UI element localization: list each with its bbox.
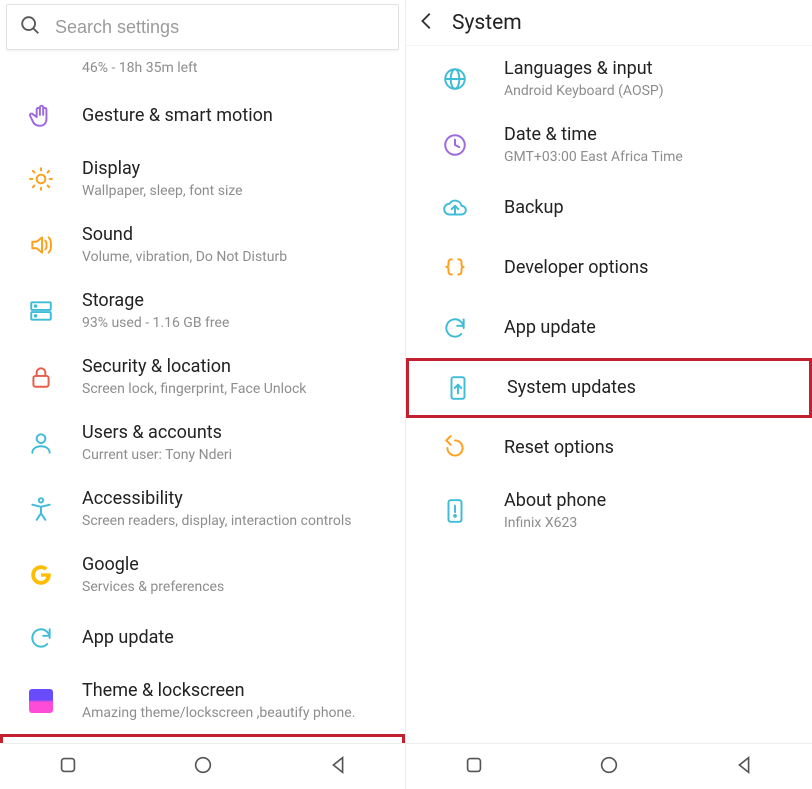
system-list: Languages & input Android Keyboard (AOSP)… bbox=[406, 46, 812, 743]
settings-row-about-phone[interactable]: About phone Infinix X623 bbox=[406, 478, 812, 544]
globe-icon bbox=[436, 66, 474, 92]
row-subtitle: Amazing theme/lockscreen ,beautify phone… bbox=[82, 705, 387, 723]
settings-row-theme-lockscreen[interactable]: Theme & lockscreen Amazing theme/lockscre… bbox=[0, 668, 405, 734]
settings-list: Gesture & smart motion Display Wallpaper, … bbox=[0, 86, 405, 743]
row-title: Developer options bbox=[504, 257, 794, 280]
row-subtitle: Current user: Tony Nderi bbox=[82, 447, 387, 465]
storage-icon bbox=[22, 298, 60, 324]
nav-home-icon[interactable] bbox=[192, 754, 214, 780]
row-subtitle: 93% used - 1.16 GB free bbox=[82, 315, 387, 333]
row-title: Accessibility bbox=[82, 488, 387, 511]
sun-icon bbox=[22, 166, 60, 192]
system-header-title: System bbox=[452, 11, 522, 35]
row-subtitle: Volume, vibration, Do Not Disturb bbox=[82, 249, 387, 267]
google-icon bbox=[22, 562, 60, 588]
settings-row-date-time[interactable]: Date & time GMT+03:00 East Africa Time bbox=[406, 112, 812, 178]
row-subtitle: Infinix X623 bbox=[504, 515, 794, 533]
row-title: Languages & input bbox=[504, 58, 794, 81]
android-navbar-left bbox=[0, 743, 405, 789]
theme-icon bbox=[22, 689, 60, 713]
phone-alert-icon bbox=[436, 498, 474, 524]
row-subtitle: Screen lock, fingerprint, Face Unlock bbox=[82, 381, 387, 399]
user-icon bbox=[22, 430, 60, 456]
row-title: Gesture & smart motion bbox=[82, 105, 387, 128]
search-input[interactable] bbox=[55, 17, 386, 38]
row-title: Backup bbox=[504, 197, 794, 220]
settings-row-accessibility[interactable]: Accessibility Screen readers, display, in… bbox=[0, 476, 405, 542]
speaker-icon bbox=[22, 232, 60, 258]
row-title: App update bbox=[82, 627, 387, 650]
row-subtitle: Screen readers, display, interaction con… bbox=[82, 513, 387, 531]
refresh-icon bbox=[436, 315, 474, 341]
settings-row-google[interactable]: Google Services & preferences bbox=[0, 542, 405, 608]
refresh-icon bbox=[22, 625, 60, 651]
nav-recent-icon[interactable] bbox=[463, 754, 485, 780]
settings-row-display[interactable]: Display Wallpaper, sleep, font size bbox=[0, 146, 405, 212]
settings-main-panel: 46% - 18h 35m left Gesture & smart motio… bbox=[0, 0, 406, 789]
row-title: System updates bbox=[507, 377, 791, 400]
search-icon bbox=[19, 14, 41, 40]
search-container bbox=[0, 0, 405, 54]
nav-back-icon[interactable] bbox=[733, 754, 755, 780]
settings-row-storage[interactable]: Storage 93% used - 1.16 GB free bbox=[0, 278, 405, 344]
row-title: App update bbox=[504, 317, 794, 340]
row-subtitle: Wallpaper, sleep, font size bbox=[82, 183, 387, 201]
nav-recent-icon[interactable] bbox=[57, 754, 79, 780]
settings-row-security-location[interactable]: Security & location Screen lock, fingerpr… bbox=[0, 344, 405, 410]
settings-row-system[interactable]: SystemLanguages, time, backup, updates bbox=[0, 734, 405, 743]
row-title: Display bbox=[82, 158, 387, 181]
row-title: Storage bbox=[82, 290, 387, 313]
row-title: Date & time bbox=[504, 124, 794, 147]
settings-row-developer-options[interactable]: Developer options bbox=[406, 238, 812, 298]
settings-row-languages-input[interactable]: Languages & input Android Keyboard (AOSP) bbox=[406, 46, 812, 112]
settings-row-gesture-smart-motion[interactable]: Gesture & smart motion bbox=[0, 86, 405, 146]
settings-row-app-update[interactable]: App update bbox=[406, 298, 812, 358]
row-subtitle: GMT+03:00 East Africa Time bbox=[504, 149, 794, 167]
accessibility-icon bbox=[22, 496, 60, 522]
row-title: About phone bbox=[504, 490, 794, 513]
nav-home-icon[interactable] bbox=[598, 754, 620, 780]
row-subtitle: Services & preferences bbox=[82, 579, 387, 597]
row-title: Security & location bbox=[82, 356, 387, 379]
lock-icon bbox=[22, 364, 60, 390]
settings-row-app-update[interactable]: App update bbox=[0, 608, 405, 668]
settings-row-reset-options[interactable]: Reset options bbox=[406, 418, 812, 478]
row-subtitle: Android Keyboard (AOSP) bbox=[504, 83, 794, 101]
reset-icon bbox=[436, 435, 474, 461]
settings-row-backup[interactable]: Backup bbox=[406, 178, 812, 238]
android-navbar-right bbox=[406, 743, 812, 789]
settings-row-sound[interactable]: Sound Volume, vibration, Do Not Disturb bbox=[0, 212, 405, 278]
clock-icon bbox=[436, 132, 474, 158]
settings-row-users-accounts[interactable]: Users & accounts Current user: Tony Nderi bbox=[0, 410, 405, 476]
phone-up-icon bbox=[439, 375, 477, 401]
settings-row-system-updates[interactable]: System updates bbox=[406, 358, 812, 418]
cloud-up-icon bbox=[436, 195, 474, 221]
braces-icon bbox=[436, 255, 474, 281]
nav-back-icon[interactable] bbox=[327, 754, 349, 780]
back-icon[interactable] bbox=[416, 10, 438, 36]
hand-icon bbox=[22, 103, 60, 129]
row-title: Users & accounts bbox=[82, 422, 387, 445]
row-title: Google bbox=[82, 554, 387, 577]
system-header: System bbox=[406, 0, 812, 46]
row-title: Theme & lockscreen bbox=[82, 680, 387, 703]
system-panel: System Languages & input Android Keyboard… bbox=[406, 0, 812, 789]
row-title: Sound bbox=[82, 224, 387, 247]
battery-status-sub: 46% - 18h 35m left bbox=[0, 54, 405, 86]
row-title: Reset options bbox=[504, 437, 794, 460]
search-bar[interactable] bbox=[6, 4, 399, 50]
